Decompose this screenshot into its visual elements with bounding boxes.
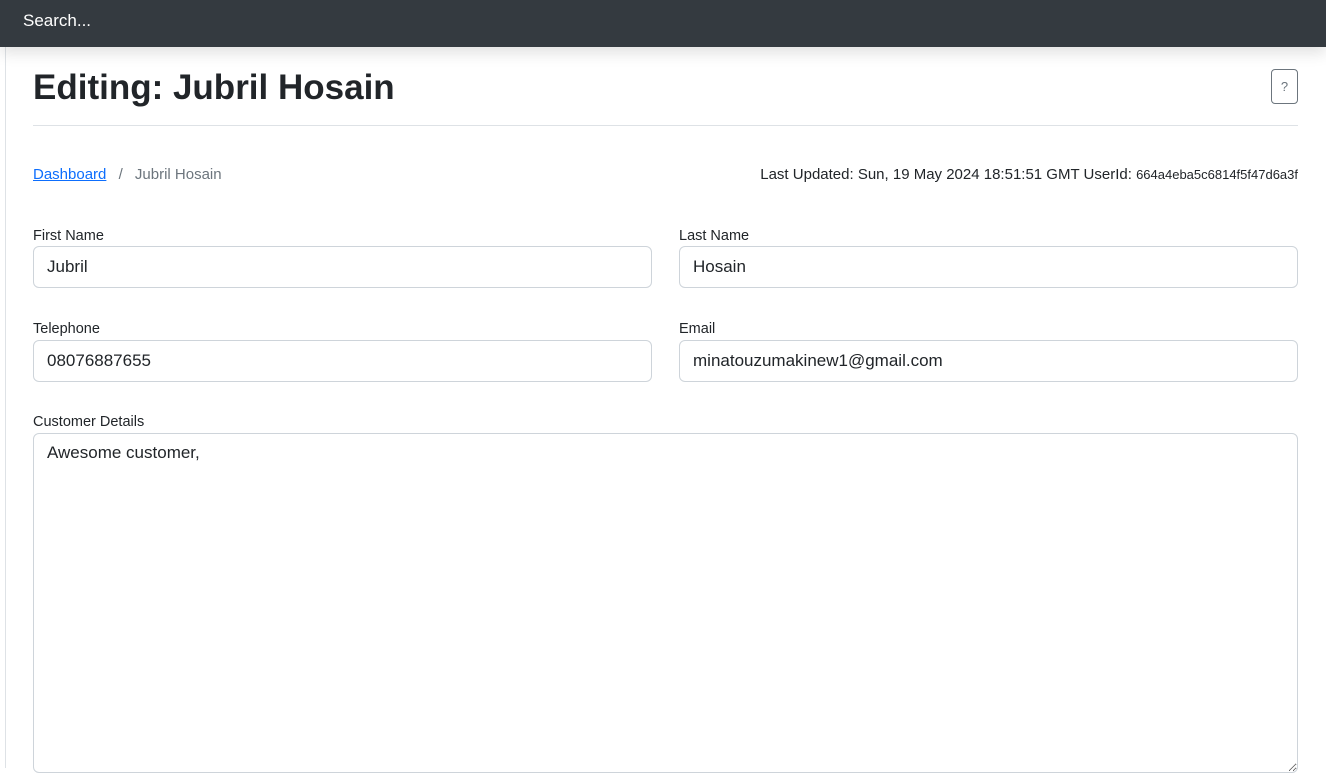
last-name-field[interactable] — [679, 246, 1298, 288]
telephone-field[interactable] — [33, 340, 652, 382]
edit-customer-page: Editing: Jubril Hosain ? Dashboard / Jub… — [33, 47, 1298, 773]
email-field[interactable] — [679, 340, 1298, 382]
userid-label: UserId: — [1083, 166, 1132, 183]
telephone-label: Telephone — [33, 321, 100, 337]
record-meta: Last Updated: Sun, 19 May 2024 18:51:51 … — [760, 165, 1298, 185]
search-input[interactable] — [6, 0, 1326, 42]
breadcrumb-current: Jubril Hosain — [134, 166, 222, 183]
first-name-field[interactable] — [33, 246, 652, 288]
last-updated-value: Sun, 19 May 2024 18:51:51 GMT — [857, 166, 1080, 183]
last-updated-label: Last Updated: — [760, 166, 854, 183]
page-title: Editing: Jubril Hosain — [33, 68, 395, 107]
last-name-label: Last Name — [679, 228, 750, 244]
userid-value: 664a4eba5c6814f5f47d6a3f — [1136, 167, 1298, 182]
help-button[interactable]: ? — [1271, 69, 1298, 104]
breadcrumb: Dashboard / Jubril Hosain — [33, 165, 222, 185]
title-divider — [33, 125, 1298, 126]
first-name-label: First Name — [33, 228, 104, 244]
breadcrumb-dashboard-link[interactable]: Dashboard — [33, 166, 106, 183]
top-navbar — [0, 0, 1326, 47]
page-left-border — [5, 0, 6, 768]
customer-details-label: Customer Details — [33, 414, 145, 430]
customer-details-textarea[interactable]: Awesome customer, — [33, 433, 1298, 773]
breadcrumb-separator: / — [118, 166, 123, 183]
email-label: Email — [679, 321, 716, 337]
